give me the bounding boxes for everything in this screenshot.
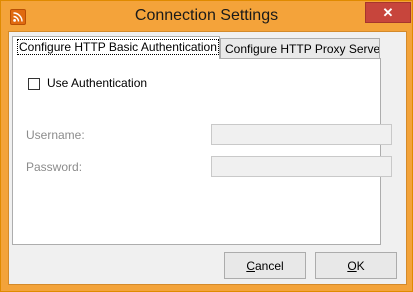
cancel-button[interactable]: Cancel [224, 252, 306, 279]
tab-label: Configure HTTP Basic Authentication [17, 39, 219, 55]
password-field[interactable] [211, 156, 392, 177]
dialog-window: Connection Settings ✕ Configure HTTP Bas… [0, 0, 413, 292]
tab-panel: Use Authentication Username: Password: [12, 58, 392, 245]
use-authentication-checkbox[interactable] [28, 78, 40, 90]
use-authentication-label[interactable]: Use Authentication [47, 76, 147, 90]
ok-button[interactable]: OK [315, 252, 397, 279]
cancel-mnemonic: C [246, 258, 255, 273]
ok-label: K [356, 258, 365, 273]
dialog-body: Configure HTTP Basic Authentication Conf… [8, 31, 407, 285]
window-title: Connection Settings [134, 7, 279, 24]
close-icon: ✕ [382, 4, 394, 20]
ok-mnemonic: O [347, 258, 357, 273]
tab-label: Configure HTTP Proxy Server [225, 42, 380, 56]
tab-proxy-server[interactable]: Configure HTTP Proxy Server [220, 38, 380, 59]
tab-basic-authentication[interactable]: Configure HTTP Basic Authentication [12, 36, 220, 59]
password-label: Password: [26, 160, 83, 174]
username-field[interactable] [211, 124, 392, 145]
close-button[interactable]: ✕ [365, 2, 411, 23]
title-bar[interactable]: Connection Settings ✕ [1, 1, 412, 31]
username-label: Username: [26, 128, 85, 142]
cancel-label: ancel [254, 258, 284, 273]
